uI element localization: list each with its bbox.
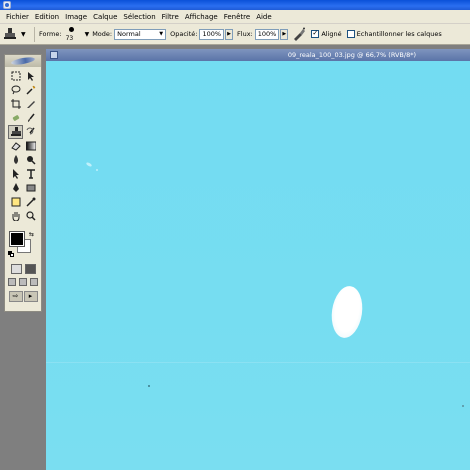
pen-icon[interactable]	[8, 181, 23, 195]
type-icon[interactable]	[23, 167, 38, 181]
shape-icon[interactable]	[23, 181, 38, 195]
menubar: Fichier Edition Image Calque Sélection F…	[0, 10, 470, 24]
dodge-icon[interactable]	[23, 153, 38, 167]
brush-icon[interactable]	[23, 111, 38, 125]
menu-calque[interactable]: Calque	[90, 10, 120, 24]
full-screen-icon[interactable]	[30, 278, 38, 286]
slice-icon[interactable]	[23, 97, 38, 111]
document-title: 09_reala_100_03.jpg @ 66,7% (RVB/8*)	[287, 51, 416, 59]
opacite-field[interactable]: 100%	[199, 28, 225, 40]
brush-size: 73	[65, 34, 74, 42]
tool-preset-picker[interactable]: ▼	[4, 26, 30, 42]
notes-icon[interactable]	[8, 195, 23, 209]
color-swatches: ⇆	[5, 230, 41, 260]
aligne-label: Aligné	[321, 30, 342, 38]
healing-brush-icon[interactable]	[8, 111, 23, 125]
tool-grid	[5, 67, 41, 223]
brush-tip-icon	[68, 26, 74, 32]
echantillonner-checkbox[interactable]	[346, 30, 355, 38]
menu-edition[interactable]: Edition	[32, 10, 62, 24]
standard-screen-icon[interactable]	[8, 278, 16, 286]
document-window: 09_reala_100_03.jpg @ 66,7% (RVB/8*)	[46, 49, 470, 470]
path-select-icon[interactable]	[8, 167, 23, 181]
image-speck	[462, 405, 464, 407]
magic-wand-icon[interactable]	[23, 83, 38, 97]
toolbox-header[interactable]	[5, 55, 41, 67]
options-bar: ▼ Forme: 73 ▼ Mode: Normal ▼ Opacité: 10…	[0, 24, 470, 45]
divider	[34, 26, 35, 42]
document-icon[interactable]	[50, 51, 58, 59]
hand-icon[interactable]	[8, 209, 23, 223]
clone-stamp-icon[interactable]	[8, 125, 23, 139]
lasso-icon[interactable]	[8, 83, 23, 97]
flux-slider-button[interactable]: ▶	[280, 28, 289, 40]
app-icon[interactable]	[3, 1, 11, 9]
flux-field[interactable]: 100%	[254, 28, 280, 40]
aligne-checkbox[interactable]	[311, 29, 320, 38]
toolbox: ⇆ ⇨ ▸	[4, 54, 42, 312]
move-icon[interactable]	[23, 69, 38, 83]
mode-value: Normal	[117, 29, 141, 38]
eraser-icon[interactable]	[8, 139, 23, 153]
image-white-spot	[328, 284, 366, 340]
blur-icon[interactable]	[8, 153, 23, 167]
echantillonner-label: Echantillonner les calques	[356, 30, 442, 38]
brush-picker[interactable]: 73	[64, 26, 80, 43]
menu-filtre[interactable]: Filtre	[159, 10, 182, 24]
menu-selection[interactable]: Sélection	[120, 10, 158, 24]
mask-mode-row	[5, 264, 41, 274]
feather-logo-icon	[10, 55, 36, 67]
window-titlebar	[0, 0, 470, 10]
imageready-arrow-icon[interactable]: ▸	[23, 291, 38, 302]
clone-stamp-icon	[4, 28, 16, 39]
jump-to-imageready: ⇨ ▸	[5, 291, 41, 302]
menu-affichage[interactable]: Affichage	[182, 10, 221, 24]
chevron-down-icon: ▼	[159, 30, 164, 37]
chevron-down-icon[interactable]: ▼	[85, 31, 90, 38]
image-canvas[interactable]	[46, 61, 470, 470]
document-titlebar[interactable]: 09_reala_100_03.jpg @ 66,7% (RVB/8*)	[46, 49, 470, 61]
opacite-label: Opacité:	[170, 30, 198, 38]
screen-mode-row	[5, 278, 41, 286]
crop-icon[interactable]	[8, 97, 23, 111]
marquee-icon[interactable]	[8, 69, 23, 83]
foreground-color-swatch[interactable]	[9, 231, 25, 247]
history-brush-icon[interactable]	[23, 125, 38, 139]
swap-colors-icon[interactable]: ⇆	[29, 231, 34, 238]
chevron-down-icon: ▼	[21, 30, 26, 38]
eyedropper-icon[interactable]	[23, 195, 38, 209]
default-colors-icon[interactable]	[8, 251, 14, 257]
forme-label: Forme:	[39, 30, 62, 38]
menu-aide[interactable]: Aide	[253, 10, 274, 24]
image-horizon-line	[46, 362, 470, 363]
menu-image[interactable]: Image	[62, 10, 90, 24]
quick-mask-icon[interactable]	[24, 264, 36, 274]
menu-fenetre[interactable]: Fenêtre	[221, 10, 253, 24]
menu-fichier[interactable]: Fichier	[3, 10, 32, 24]
gradient-icon[interactable]	[23, 139, 38, 153]
standard-mode-icon[interactable]	[10, 264, 22, 274]
image-speck	[96, 169, 98, 171]
opacite-slider-button[interactable]: ▶	[225, 28, 234, 40]
image-speck	[148, 385, 150, 387]
full-screen-menu-icon[interactable]	[19, 278, 27, 286]
imageready-icon[interactable]: ⇨	[8, 291, 23, 302]
image-speck	[85, 161, 93, 168]
zoom-icon[interactable]	[23, 209, 38, 223]
airbrush-icon[interactable]	[292, 27, 306, 41]
mode-select[interactable]: Normal ▼	[114, 28, 167, 40]
mode-label: Mode:	[92, 30, 113, 38]
flux-label: Flux:	[237, 30, 253, 38]
